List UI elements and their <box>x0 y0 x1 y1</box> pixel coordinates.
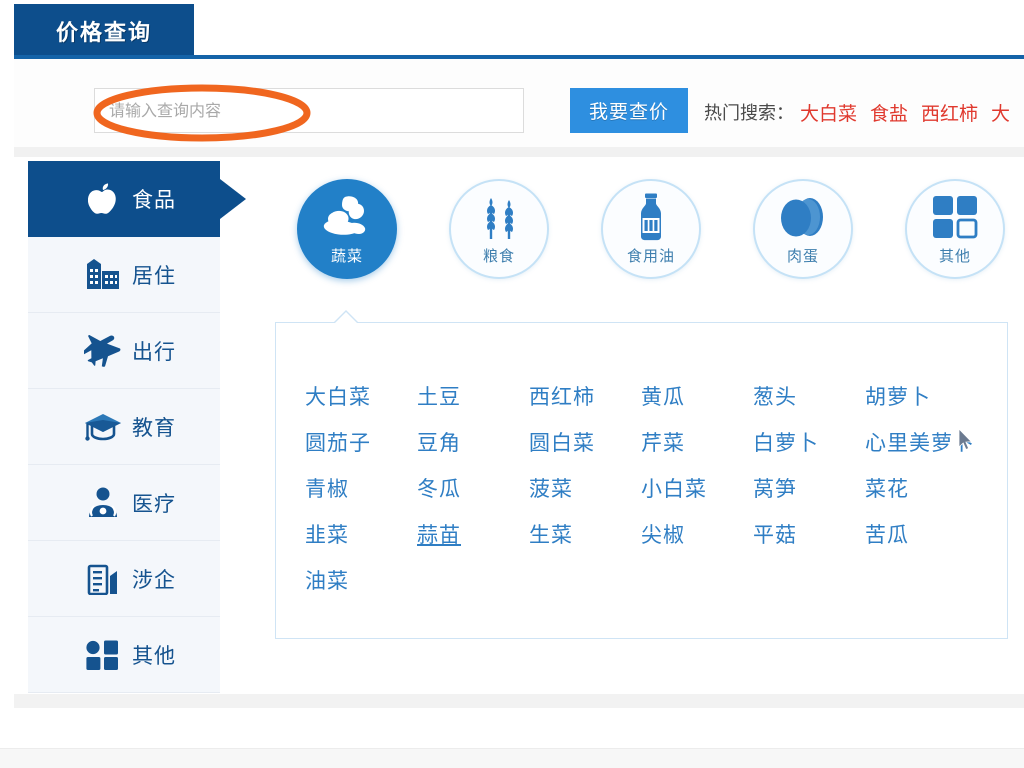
item-link[interactable]: 韭菜 <box>305 519 417 549</box>
item-link[interactable]: 黄瓜 <box>641 381 753 411</box>
search-bar: 我要查价 热门搜索： 大白菜 食盐 西红柿 大 <box>14 59 1024 147</box>
content-card: 食品 居住 出行 教育 医疗 涉企 其他 蔬菜 粮食 食用油 肉蛋 其他 大白菜… <box>14 157 1024 702</box>
item-link[interactable]: 平菇 <box>753 519 865 549</box>
hot-search-area: 热门搜索： 大白菜 食盐 西红柿 大 <box>704 99 1024 125</box>
tab-bar: 价格查询 <box>0 0 1024 60</box>
eggs-icon <box>777 194 829 240</box>
item-link[interactable]: 青椒 <box>305 473 417 503</box>
hot-search-label: 热门搜索： <box>704 103 794 124</box>
panel-notch-fill <box>334 312 358 324</box>
item-link[interactable]: 大白菜 <box>305 381 417 411</box>
category-label: 粮食 <box>482 247 515 265</box>
sidebar-item-label: 教育 <box>132 415 176 440</box>
item-link[interactable]: 豆角 <box>417 427 529 457</box>
active-pointer-arrow <box>220 179 246 219</box>
section-gutter <box>14 147 1024 157</box>
wheat-icon <box>475 194 523 240</box>
price-query-page: 价格查询 我要查价 热门搜索： 大白菜 食盐 西红柿 大 <box>0 0 1024 768</box>
hot-term-link[interactable]: 大白菜 <box>800 99 857 125</box>
category-meat-eggs[interactable]: 肉蛋 <box>753 179 853 279</box>
airplane-icon <box>80 334 126 367</box>
tab-price-query-label: 价格查询 <box>55 20 152 46</box>
item-link[interactable]: 冬瓜 <box>417 473 529 503</box>
sidebar-item-travel[interactable]: 出行 <box>28 313 220 389</box>
sidebar-item-other[interactable]: 其他 <box>28 617 220 693</box>
item-link[interactable]: 菜花 <box>865 473 977 503</box>
item-link[interactable]: 蒜苗 <box>417 519 529 549</box>
item-link[interactable]: 莴笋 <box>753 473 865 503</box>
sidebar-item-enterprise[interactable]: 涉企 <box>28 541 220 617</box>
category-sidebar: 食品 居住 出行 教育 医疗 涉企 其他 <box>28 161 246 693</box>
item-link[interactable]: 油菜 <box>305 565 417 595</box>
sidebar-item-education[interactable]: 教育 <box>28 389 220 465</box>
building-icon <box>80 258 126 291</box>
item-link[interactable]: 土豆 <box>417 381 529 411</box>
office-building-icon <box>80 563 126 595</box>
item-dropdown-panel: 大白菜 土豆 西红柿 黄瓜 葱头 胡萝卜 圆茄子 豆角 圆白菜 芹菜 白萝卜 心… <box>275 310 1008 639</box>
item-grid: 大白菜 土豆 西红柿 黄瓜 葱头 胡萝卜 圆茄子 豆角 圆白菜 芹菜 白萝卜 心… <box>305 373 985 603</box>
sidebar-item-food[interactable]: 食品 <box>28 161 246 237</box>
item-link[interactable]: 苦瓜 <box>865 519 977 549</box>
category-label: 肉蛋 <box>786 247 819 265</box>
sidebar-item-label: 居住 <box>132 263 176 288</box>
category-other[interactable]: 其他 <box>905 179 1005 279</box>
category-label: 其他 <box>938 247 971 265</box>
apple-icon <box>80 183 126 215</box>
item-link[interactable]: 圆白菜 <box>529 427 641 457</box>
category-cooking-oil[interactable]: 食用油 <box>601 179 701 279</box>
hot-term-link[interactable]: 大 <box>991 99 1010 125</box>
hot-term-link[interactable]: 食盐 <box>870 99 908 125</box>
item-link[interactable]: 葱头 <box>753 381 865 411</box>
oil-bottle-icon <box>634 193 668 241</box>
category-label: 蔬菜 <box>330 247 363 265</box>
grid-icon <box>80 640 126 670</box>
category-vegetables[interactable]: 蔬菜 <box>297 179 397 279</box>
graduation-cap-icon <box>80 412 126 442</box>
food-category-circles: 蔬菜 粮食 食用油 肉蛋 其他 <box>283 179 1023 299</box>
item-link[interactable]: 芹菜 <box>641 427 753 457</box>
item-link[interactable]: 胡萝卜 <box>865 381 977 411</box>
hot-term-link[interactable]: 西红柿 <box>921 99 978 125</box>
sidebar-item-label: 其他 <box>132 643 176 668</box>
page-bottom-band <box>0 748 1024 768</box>
sidebar-item-label: 涉企 <box>132 567 176 592</box>
item-link[interactable]: 生菜 <box>529 519 641 549</box>
sidebar-item-medical[interactable]: 医疗 <box>28 465 220 541</box>
category-grain[interactable]: 粮食 <box>449 179 549 279</box>
category-label: 食用油 <box>626 247 675 265</box>
item-link[interactable]: 小白菜 <box>641 473 753 503</box>
tab-price-query[interactable]: 价格查询 <box>14 4 194 57</box>
item-link[interactable]: 西红柿 <box>529 381 641 411</box>
four-squares-icon <box>932 194 978 240</box>
sidebar-item-label: 医疗 <box>132 491 176 516</box>
item-link[interactable]: 心里美萝卜 <box>865 427 977 457</box>
query-button[interactable]: 我要查价 <box>570 88 688 133</box>
stethoscope-icon <box>80 487 126 519</box>
item-link[interactable]: 菠菜 <box>529 473 641 503</box>
item-link[interactable]: 白萝卜 <box>753 427 865 457</box>
sidebar-item-housing[interactable]: 居住 <box>28 237 220 313</box>
sidebar-item-label: 食品 <box>132 188 176 212</box>
sidebar-item-label: 出行 <box>132 339 176 364</box>
card-footer-strip <box>14 694 1024 708</box>
item-link[interactable]: 圆茄子 <box>305 427 417 457</box>
cabbage-icon <box>321 194 373 240</box>
search-input[interactable] <box>94 88 524 133</box>
item-link[interactable]: 尖椒 <box>641 519 753 549</box>
